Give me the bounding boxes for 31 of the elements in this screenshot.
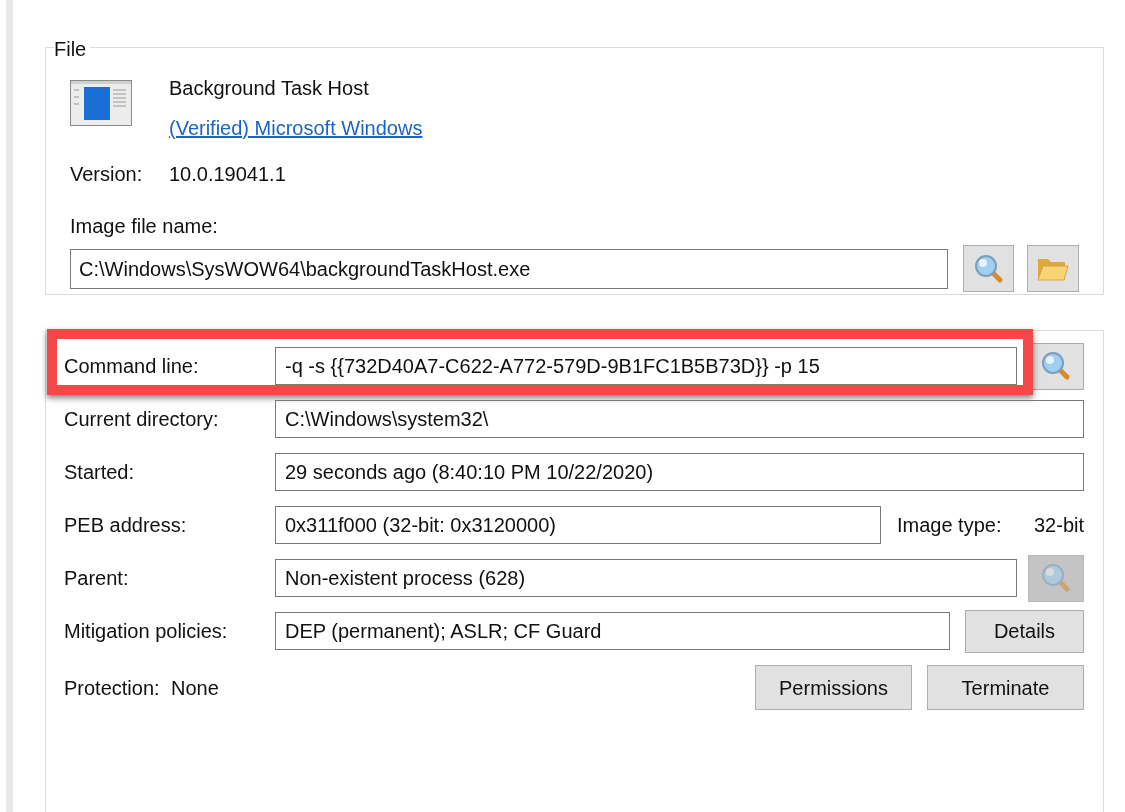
field-label: Command line:: [64, 354, 200, 379]
field-label: PEB address:: [64, 513, 188, 538]
image-type-label: Image type:: [896, 513, 1003, 538]
image-file-label: Image file name:: [70, 214, 219, 239]
publisher-link[interactable]: (Verified) Microsoft Windows: [169, 113, 423, 143]
field-label: Parent:: [64, 566, 130, 591]
path-field[interactable]: C:\Windows\SysWOW64\backgroundTaskHost.exe: [70, 248, 948, 289]
terminate-button[interactable]: Terminate: [927, 665, 1084, 710]
field-label: Current directory:: [64, 407, 220, 432]
window-icon: [70, 80, 132, 126]
protection-value: None: [171, 675, 219, 701]
value-field[interactable]: 29 seconds ago (8:40:10 PM 10/22/2020): [275, 453, 1084, 491]
field-label: Started:: [64, 460, 136, 485]
search-icon: [973, 253, 1004, 284]
value-field[interactable]: -q -s {{732D40A7-C622-A772-579D-9B1FC1B5B73D}} -p 15: [275, 347, 1017, 385]
value-field[interactable]: Non-existent process (628): [275, 559, 1017, 597]
details-button[interactable]: Details: [965, 609, 1084, 653]
field-label: Mitigation policies:: [64, 619, 229, 644]
permissions-button[interactable]: Permissions: [755, 665, 912, 710]
search-icon: [1041, 351, 1071, 381]
search-icon: [1041, 563, 1071, 593]
version-label: Version:: [70, 162, 144, 187]
search-button[interactable]: [963, 245, 1014, 292]
value-field[interactable]: C:\Windows\system32\: [275, 400, 1084, 438]
process-name: Background Task Host: [169, 76, 370, 101]
protection-label: Protection:: [64, 675, 161, 701]
version-value: 10.0.19041.1: [169, 162, 286, 187]
image-type-value: 32-bit: [1033, 513, 1084, 538]
open-folder-button[interactable]: [1027, 245, 1079, 292]
value-field[interactable]: DEP (permanent); ASLR; CF Guard: [275, 612, 950, 650]
value-field[interactable]: 0x311f000 (32-bit: 0x3120000): [275, 506, 881, 544]
